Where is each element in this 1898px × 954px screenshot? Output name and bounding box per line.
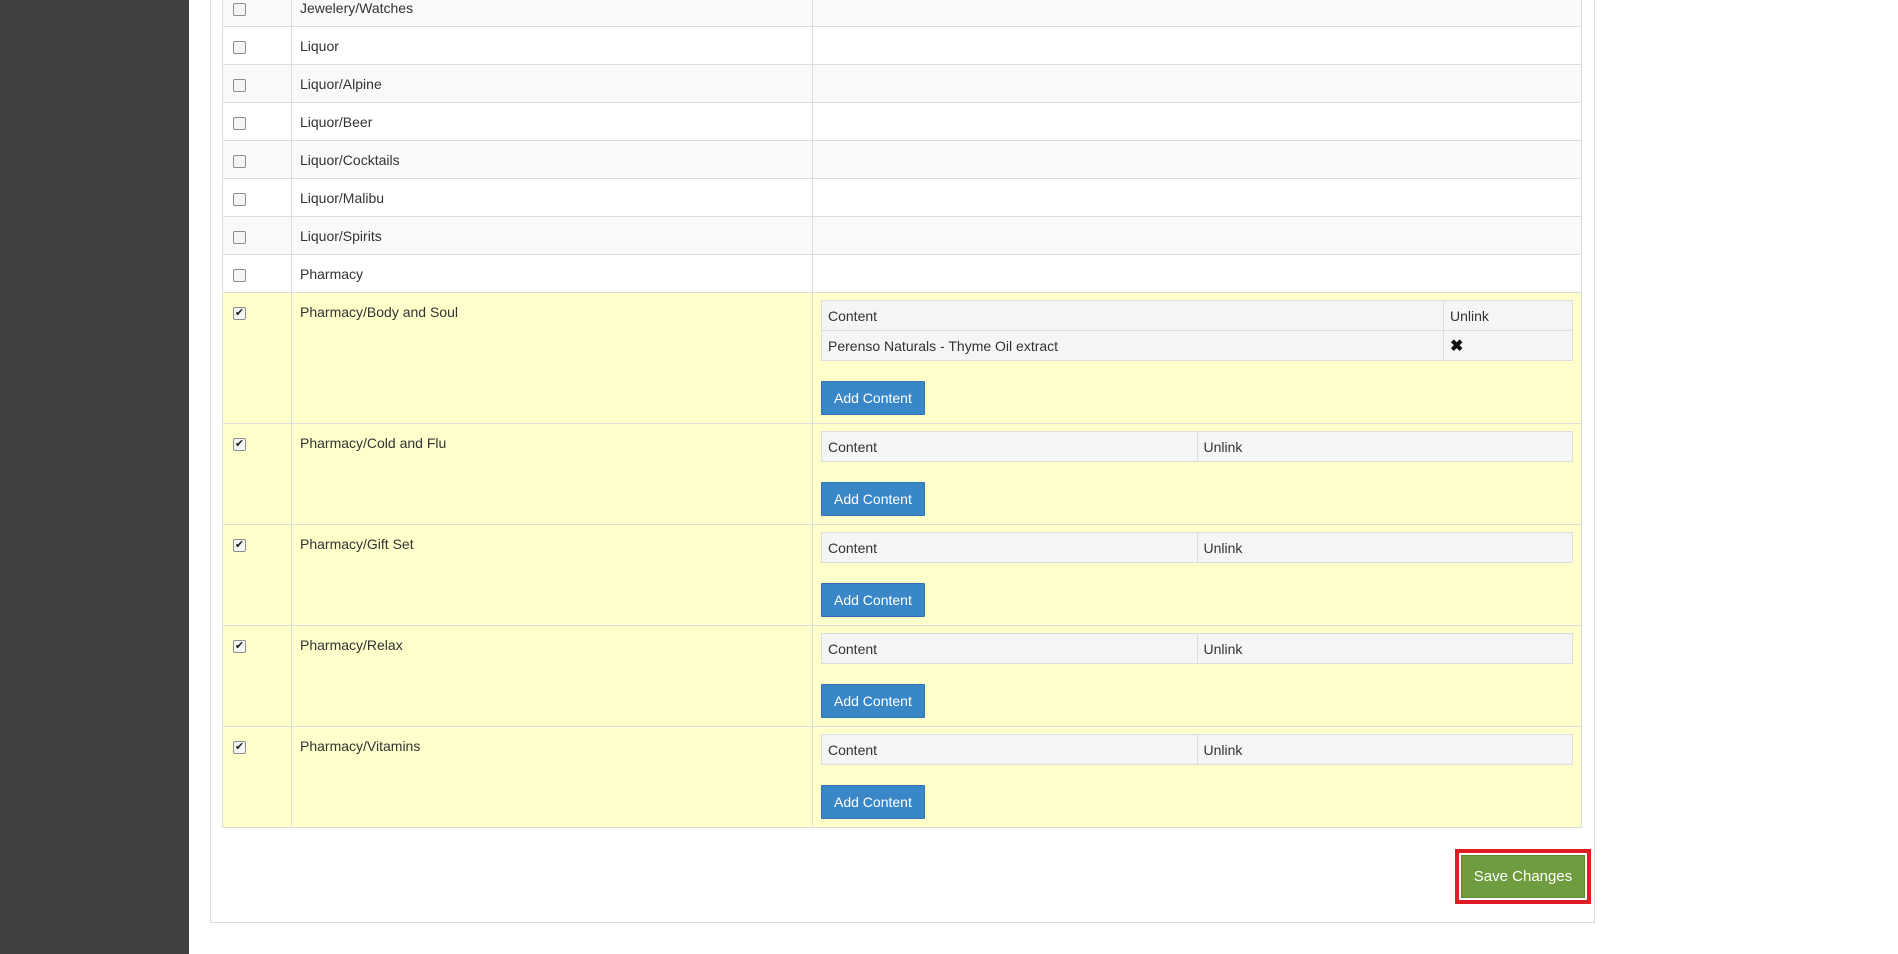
content-column-header: Content bbox=[821, 431, 1198, 462]
linked-content-section: Content Unlink Add Content bbox=[813, 525, 1581, 625]
table-row: Liquor/Malibu bbox=[222, 178, 1582, 217]
category-checkbox-checked[interactable]: ✔ bbox=[233, 741, 246, 754]
category-name: Liquor/Alpine bbox=[300, 76, 382, 92]
linked-content-section: Content Unlink Add Content bbox=[813, 727, 1581, 827]
left-sidebar bbox=[0, 0, 189, 954]
unlink-column-header: Unlink bbox=[1196, 734, 1573, 765]
category-checkbox[interactable] bbox=[233, 117, 246, 130]
table-row-selected: ✔ Pharmacy/Cold and Flu Content Unlink A… bbox=[222, 423, 1582, 525]
linked-content-table: Content Unlink bbox=[821, 633, 1573, 664]
add-content-button[interactable]: Add Content bbox=[821, 785, 925, 819]
category-checkbox-checked[interactable]: ✔ bbox=[233, 438, 246, 451]
table-row-selected: ✔ Pharmacy/Relax Content Unlink Add Cont… bbox=[222, 625, 1582, 727]
add-content-button[interactable]: Add Content bbox=[821, 381, 925, 415]
category-checkbox[interactable] bbox=[233, 41, 246, 54]
save-changes-button[interactable]: Save Changes bbox=[1461, 855, 1585, 898]
category-checkbox[interactable] bbox=[233, 79, 246, 92]
table-row-selected: ✔ Pharmacy/Gift Set Content Unlink Add C… bbox=[222, 524, 1582, 626]
category-name: Pharmacy/Cold and Flu bbox=[300, 435, 447, 451]
category-checkbox[interactable] bbox=[233, 3, 246, 16]
content-column-header: Content bbox=[821, 300, 1444, 331]
category-checkbox-checked[interactable]: ✔ bbox=[233, 640, 246, 653]
table-row: Liquor/Spirits bbox=[222, 216, 1582, 255]
table-row: Liquor/Cocktails bbox=[222, 140, 1582, 179]
table-row: Liquor/Beer bbox=[222, 102, 1582, 141]
table-row: Pharmacy bbox=[222, 254, 1582, 293]
unlink-column-header: Unlink bbox=[1443, 300, 1573, 331]
linked-content-section: Content Unlink Add Content bbox=[813, 424, 1581, 524]
category-name: Pharmacy/Body and Soul bbox=[300, 304, 458, 320]
category-name: Liquor/Spirits bbox=[300, 228, 382, 244]
category-checkbox[interactable] bbox=[233, 193, 246, 206]
add-content-button[interactable]: Add Content bbox=[821, 583, 925, 617]
add-content-button[interactable]: Add Content bbox=[821, 482, 925, 516]
unlink-column-header: Unlink bbox=[1196, 431, 1573, 462]
table-row: Perenso Naturals - Thyme Oil extract ✖ bbox=[821, 330, 1573, 361]
category-name: Liquor bbox=[300, 38, 339, 54]
category-name: Pharmacy/Relax bbox=[300, 637, 403, 653]
table-row-selected: ✔ Pharmacy/Vitamins Content Unlink Add C… bbox=[222, 726, 1582, 828]
table-row: Liquor bbox=[222, 26, 1582, 65]
linked-content-section: Content Unlink Add Content bbox=[813, 626, 1581, 726]
unlink-column-header: Unlink bbox=[1196, 532, 1573, 563]
category-name: Liquor/Beer bbox=[300, 114, 373, 130]
category-checkbox-checked[interactable]: ✔ bbox=[233, 539, 246, 552]
category-name: Pharmacy bbox=[300, 266, 364, 282]
linked-content-section: Content Unlink Perenso Naturals - Thyme … bbox=[813, 293, 1581, 423]
linked-content-table: Content Unlink Perenso Naturals - Thyme … bbox=[821, 300, 1573, 361]
category-checkbox[interactable] bbox=[233, 269, 246, 282]
table-row-selected: ✔ Pharmacy/Body and Soul Content Unlink … bbox=[222, 292, 1582, 424]
category-name: Jewelery/Watches bbox=[300, 0, 414, 16]
content-column-header: Content bbox=[821, 633, 1198, 664]
category-checkbox[interactable] bbox=[233, 231, 246, 244]
unlink-column-header: Unlink bbox=[1196, 633, 1573, 664]
category-checkbox-checked[interactable]: ✔ bbox=[233, 307, 246, 320]
category-checkbox[interactable] bbox=[233, 155, 246, 168]
content-item-name: Perenso Naturals - Thyme Oil extract bbox=[821, 330, 1444, 361]
linked-content-table: Content Unlink bbox=[821, 431, 1573, 462]
category-name: Pharmacy/Gift Set bbox=[300, 536, 414, 552]
content-column-header: Content bbox=[821, 734, 1198, 765]
category-name: Liquor/Cocktails bbox=[300, 152, 400, 168]
category-name: Liquor/Malibu bbox=[300, 190, 385, 206]
add-content-button[interactable]: Add Content bbox=[821, 684, 925, 718]
unlink-icon[interactable]: ✖ bbox=[1443, 330, 1573, 361]
table-row: Liquor/Alpine bbox=[222, 64, 1582, 103]
category-table: Jewelery/Watches Liquor Liquor/Alpine Li… bbox=[222, 0, 1582, 828]
category-name: Pharmacy/Vitamins bbox=[300, 738, 421, 754]
content-column-header: Content bbox=[821, 532, 1198, 563]
linked-content-table: Content Unlink bbox=[821, 532, 1573, 563]
linked-content-table: Content Unlink bbox=[821, 734, 1573, 765]
table-row: Jewelery/Watches bbox=[222, 0, 1582, 27]
